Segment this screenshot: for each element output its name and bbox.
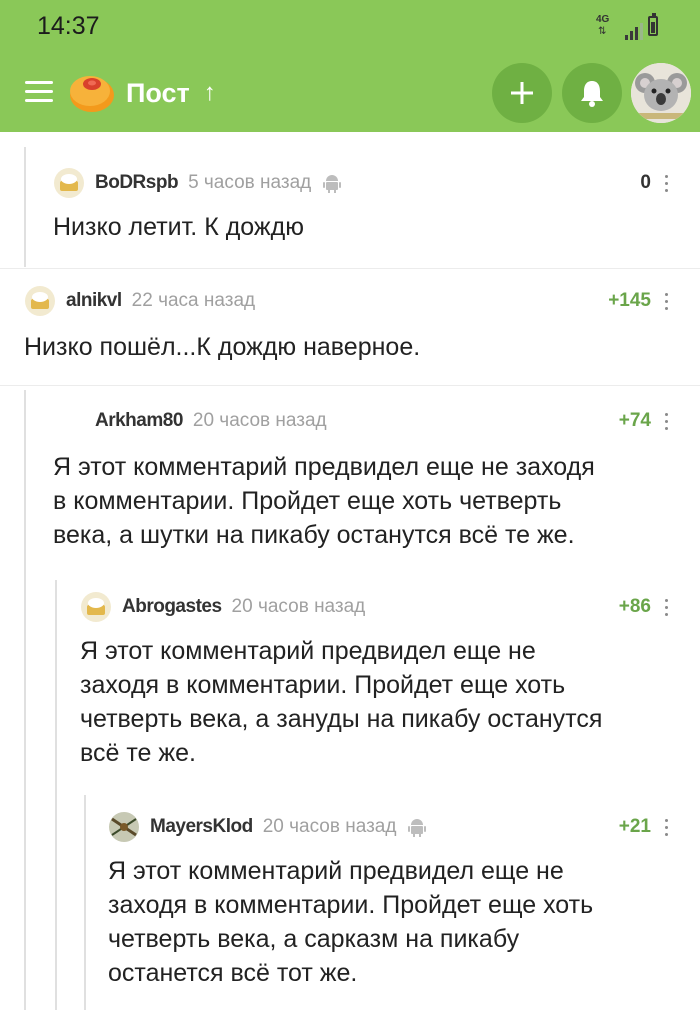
- comment: Abrogastes 20 часов назад +86 Я этот ком…: [80, 592, 675, 782]
- comment-username[interactable]: BoDRspb: [95, 172, 179, 194]
- comment-rating: 0: [640, 172, 651, 193]
- more-options-icon[interactable]: [663, 410, 669, 432]
- more-options-icon[interactable]: [663, 816, 669, 838]
- status-time: 14:37: [37, 12, 100, 40]
- thread-line: [84, 795, 86, 1010]
- menu-icon[interactable]: [25, 81, 53, 103]
- signal-bar: [640, 23, 643, 40]
- comment-rating: +74: [618, 410, 651, 431]
- default-avatar-icon[interactable]: [80, 591, 112, 623]
- comment: BoDRspb 5 часов назад 0 Низко летит. К д…: [53, 168, 675, 248]
- koala-avatar-icon: [631, 63, 691, 123]
- post-title-button[interactable]: Пост ↑: [126, 76, 216, 110]
- divider: [0, 268, 700, 269]
- arrow-up-icon: ↑: [203, 79, 216, 106]
- page-title: Пост: [126, 77, 190, 108]
- comment: Arkham80 20 часов назад +74 Я этот комме…: [53, 406, 675, 566]
- network-label: 4G: [596, 14, 610, 25]
- comment-username[interactable]: alnikvl: [66, 290, 122, 312]
- comment-rating: +145: [608, 290, 651, 311]
- divider: [0, 385, 700, 386]
- comment-username[interactable]: Arkham80: [95, 410, 183, 432]
- signal-bar: [635, 27, 638, 40]
- plus-icon: [511, 82, 533, 104]
- android-icon: [408, 819, 427, 837]
- user-avatar-icon[interactable]: [108, 811, 140, 843]
- comment: MayersKlod 20 часов назад +21 Я этот ком…: [108, 812, 675, 1002]
- signal-bar: [625, 35, 628, 40]
- comment-text: Я этот комментарий предвидел еще не захо…: [53, 453, 595, 549]
- comment: alnikvl 22 часа назад +145 Низко пошёл..…: [24, 286, 675, 366]
- status-icons: 4G ⇅: [592, 13, 662, 42]
- more-options-icon[interactable]: [663, 290, 669, 312]
- signal-bar: [630, 31, 633, 40]
- thread-line: [55, 580, 57, 1010]
- comment-time[interactable]: 20 часов назад: [263, 816, 397, 838]
- add-post-button[interactable]: [492, 63, 552, 123]
- comment-text: Низко летит. К дождю: [53, 213, 304, 241]
- comment-username[interactable]: Abrogastes: [122, 596, 222, 618]
- pikabu-logo[interactable]: [68, 70, 116, 114]
- comment-rating: +86: [618, 596, 651, 617]
- default-avatar-icon[interactable]: [24, 285, 56, 317]
- bell-icon: [581, 81, 603, 107]
- network-arrows-icon: ⇅: [598, 26, 607, 37]
- user-avatar[interactable]: [631, 63, 691, 123]
- battery-icon: [648, 13, 658, 36]
- more-options-icon[interactable]: [663, 172, 669, 194]
- thread-line: [24, 147, 26, 267]
- default-avatar-icon[interactable]: [53, 167, 85, 199]
- comment-time[interactable]: 22 часа назад: [132, 290, 255, 312]
- more-options-icon[interactable]: [663, 596, 669, 618]
- notifications-button[interactable]: [562, 63, 622, 123]
- comment-time[interactable]: 20 часов назад: [232, 596, 366, 618]
- comment-text: Я этот комментарий предвидел еще не захо…: [108, 857, 594, 987]
- comment-rating: +21: [618, 816, 651, 837]
- thread-line: [24, 390, 26, 1010]
- comment-text: Я этот комментарий предвидел еще не захо…: [80, 637, 603, 767]
- android-icon: [323, 175, 342, 193]
- comment-time[interactable]: 5 часов назад: [188, 172, 311, 194]
- app-header: 14:37 4G ⇅ Пост ↑: [0, 0, 700, 132]
- comment-time[interactable]: 20 часов назад: [193, 410, 327, 432]
- comment-username[interactable]: MayersKlod: [150, 816, 253, 838]
- comment-text: Низко пошёл...К дождю наверное.: [24, 333, 421, 361]
